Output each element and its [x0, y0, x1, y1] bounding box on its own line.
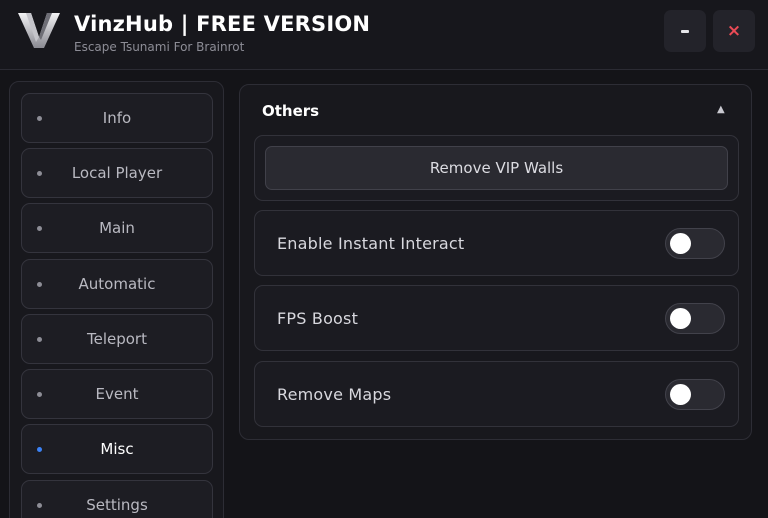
- remove-maps-toggle[interactable]: [665, 379, 725, 410]
- toggle-knob: [670, 308, 691, 329]
- vinzhub-logo-icon: [18, 13, 60, 48]
- title-bar: VinzHub | FREE VERSION Escape Tsunami Fo…: [0, 0, 768, 70]
- minimize-icon: [681, 29, 689, 33]
- toggle-row-fps-boost: FPS Boost: [254, 285, 739, 351]
- sidebar-item-label: Info: [102, 109, 132, 127]
- instant-interact-toggle[interactable]: [665, 228, 725, 259]
- toggle-knob: [670, 384, 691, 405]
- sidebar-item-main[interactable]: Main: [21, 203, 213, 253]
- sidebar-item-label: Misc: [100, 440, 134, 458]
- sidebar-item-info[interactable]: Info: [21, 93, 213, 143]
- fps-boost-toggle[interactable]: [665, 303, 725, 334]
- sidebar-item-teleport[interactable]: Teleport: [21, 314, 213, 364]
- toggle-label: Enable Instant Interact: [277, 234, 465, 253]
- app-subtitle: Escape Tsunami For Brainrot: [74, 40, 245, 54]
- sidebar: Info Local Player Main Automatic Telepor…: [9, 81, 224, 518]
- minimize-button[interactable]: [664, 10, 706, 52]
- close-button[interactable]: ×: [713, 10, 755, 52]
- section-title: Others: [262, 102, 320, 120]
- sidebar-item-misc[interactable]: Misc: [21, 424, 213, 474]
- toggle-knob: [670, 233, 691, 254]
- sidebar-item-label: Local Player: [71, 164, 163, 182]
- toggle-row-instant-interact: Enable Instant Interact: [254, 210, 739, 276]
- toggle-label: Remove Maps: [277, 385, 392, 404]
- close-icon: ×: [726, 20, 742, 41]
- sidebar-item-label: Main: [99, 219, 135, 237]
- sidebar-item-label: Teleport: [87, 330, 147, 348]
- app-title: VinzHub | FREE VERSION: [74, 12, 371, 36]
- toggle-label: FPS Boost: [277, 309, 359, 328]
- remove-vip-walls-button[interactable]: Remove VIP Walls: [265, 146, 728, 190]
- sidebar-item-automatic[interactable]: Automatic: [21, 259, 213, 309]
- sidebar-item-label: Settings: [86, 496, 148, 514]
- sidebar-item-label: Automatic: [78, 275, 156, 293]
- chevron-up-icon[interactable]: ▲: [717, 104, 725, 115]
- vip-walls-row: Remove VIP Walls: [254, 135, 739, 201]
- toggle-row-remove-maps: Remove Maps: [254, 361, 739, 427]
- sidebar-item-label: Event: [95, 385, 139, 403]
- others-section: Others ▲ Remove VIP Walls Enable Instant…: [239, 84, 752, 440]
- sidebar-item-settings[interactable]: Settings: [21, 480, 213, 518]
- sidebar-item-event[interactable]: Event: [21, 369, 213, 419]
- sidebar-item-local-player[interactable]: Local Player: [21, 148, 213, 198]
